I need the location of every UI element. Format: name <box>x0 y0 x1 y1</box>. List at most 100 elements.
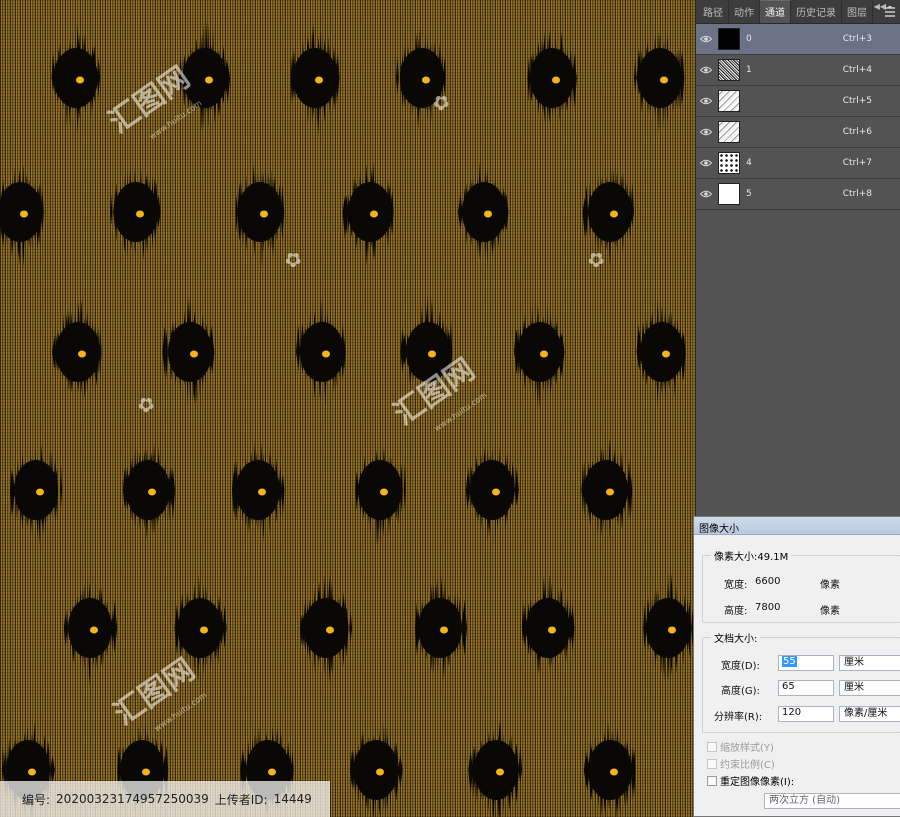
ikat-dot <box>260 210 268 218</box>
document-size-group: 文档大小: 宽度(D): 55 厘米 高度(G): 65 厘米 分辨率(R): … <box>702 630 900 733</box>
ikat-dot <box>326 626 334 634</box>
doc-height-label: 高度(G): <box>721 686 760 697</box>
channel-thumbnail <box>718 90 740 112</box>
channel-row[interactable]: 4 Ctrl+7 <box>696 148 900 179</box>
ikat-dot <box>148 488 156 496</box>
panel-menu-icon[interactable] <box>884 6 896 18</box>
ikat-dot <box>20 210 28 218</box>
tab-channels[interactable]: 通道 <box>760 0 791 23</box>
tab-history[interactable]: 历史记录 <box>791 1 842 23</box>
ikat-dot <box>492 488 500 496</box>
constrain-proportions-label: 约束比例(C) <box>720 760 775 771</box>
ikat-dot <box>662 350 670 358</box>
watermark: ✿ <box>279 245 306 274</box>
caption-id-label: 编号: <box>22 792 51 807</box>
channel-thumbnail <box>718 152 740 174</box>
channel-row[interactable]: 0 Ctrl+3 <box>696 24 900 55</box>
ikat-blot <box>9 443 63 547</box>
ikat-blot <box>634 30 685 132</box>
ikat-blot <box>51 299 102 400</box>
ikat-blot <box>299 574 353 684</box>
ikat-dot <box>540 350 548 358</box>
watermark: 汇图网 <box>103 60 197 140</box>
pixel-width-unit: 像素 <box>820 580 840 591</box>
visibility-eye-icon[interactable] <box>696 55 716 86</box>
constrain-proportions-checkbox[interactable] <box>707 758 717 769</box>
pixel-width-value: 6600 <box>755 576 781 587</box>
ikat-dot <box>496 768 504 776</box>
visibility-eye-icon[interactable] <box>696 179 716 210</box>
channel-thumbnail <box>718 121 740 143</box>
resample-method-select[interactable]: 两次立方 (自动) <box>764 793 900 809</box>
pixel-dimensions-legend: 像素大小:49.1M <box>711 548 792 563</box>
doc-width-label: 宽度(D): <box>721 661 760 672</box>
resolution-unit-select[interactable]: 像素/厘米 <box>839 706 900 722</box>
pixel-height-label: 高度: <box>724 606 748 617</box>
ikat-blot <box>527 29 577 125</box>
channel-shortcut: Ctrl+8 <box>842 189 872 199</box>
channel-row[interactable]: Ctrl+5 <box>696 86 900 117</box>
doc-width-unit-select[interactable]: 厘米 <box>839 655 900 671</box>
caption-id-value: 20200323174957250039 <box>56 792 209 806</box>
tab-paths[interactable]: 路径 <box>698 1 729 23</box>
ikat-blot <box>122 443 175 540</box>
ikat-dot <box>440 626 448 634</box>
channel-list: 0 Ctrl+3 1 Ctrl+4 Ctrl+5 Ctrl+6 4 Ctrl+7 5 Ctrl+8 <box>696 24 900 210</box>
ikat-blot <box>63 579 118 687</box>
ikat-blot <box>231 441 285 544</box>
channel-shortcut: Ctrl+4 <box>842 65 872 75</box>
ikat-dot <box>268 768 276 776</box>
ikat-blot <box>0 163 44 270</box>
doc-width-input[interactable]: 55 <box>778 655 834 671</box>
image-canvas[interactable]: 汇图网 www.huitu.com 汇图网 www.huitu.com 汇图网 www.h… <box>0 0 695 817</box>
watermark: ✿ <box>132 390 159 419</box>
document-size-legend: 文档大小: <box>711 630 761 645</box>
channel-shortcut: Ctrl+7 <box>842 158 872 168</box>
resample-label: 重定图像像素(I): <box>720 777 795 788</box>
ikat-dot <box>660 76 668 84</box>
ikat-dot <box>90 626 98 634</box>
ikat-dot <box>606 488 614 496</box>
tab-layers[interactable]: 图层 <box>842 1 873 23</box>
visibility-eye-icon[interactable] <box>696 117 716 148</box>
ikat-dot <box>200 626 208 634</box>
doc-height-input[interactable]: 65 <box>778 680 834 696</box>
visibility-eye-icon[interactable] <box>696 24 716 55</box>
constrain-proportions-option[interactable]: 约束比例(C) <box>707 756 775 771</box>
ikat-blot <box>235 164 285 269</box>
ikat-dot <box>668 626 676 634</box>
ikat-blot <box>414 576 467 683</box>
resolution-label: 分辨率(R): <box>714 712 763 723</box>
channels-panel: 路径 动作 通道 历史记录 图层 ◀◀ 0 Ctrl+3 1 Ctrl+4 Ctrl+5… <box>695 0 900 517</box>
ikat-blot <box>521 573 575 680</box>
tab-actions[interactable]: 动作 <box>729 1 760 23</box>
channel-name: 0 <box>746 34 752 44</box>
resolution-input[interactable]: 120 <box>778 706 834 722</box>
pixel-height-unit: 像素 <box>820 606 840 617</box>
scale-styles-checkbox[interactable] <box>707 741 717 752</box>
channel-shortcut: Ctrl+3 <box>842 34 872 44</box>
ikat-dot <box>484 210 492 218</box>
channel-row[interactable]: 5 Ctrl+8 <box>696 179 900 210</box>
scale-styles-option[interactable]: 缩放样式(Y) <box>707 739 774 754</box>
ikat-blot <box>581 439 633 540</box>
channel-name: 5 <box>746 189 752 199</box>
ikat-dot <box>428 350 436 358</box>
visibility-eye-icon[interactable] <box>696 148 716 179</box>
resample-checkbox[interactable] <box>707 775 717 786</box>
channel-name: 1 <box>746 65 752 75</box>
ikat-blot <box>349 723 403 817</box>
channel-shortcut: Ctrl+5 <box>842 96 872 106</box>
doc-height-unit-select[interactable]: 厘米 <box>839 680 900 696</box>
ikat-blot <box>110 165 161 261</box>
channel-shortcut: Ctrl+6 <box>842 127 872 137</box>
ikat-blot <box>162 296 215 406</box>
dialog-title[interactable]: 图像大小 <box>694 517 900 535</box>
visibility-eye-icon[interactable] <box>696 86 716 117</box>
channel-row[interactable]: 1 Ctrl+4 <box>696 55 900 86</box>
resample-option[interactable]: 重定图像像素(I): <box>707 773 794 788</box>
ikat-dot <box>28 768 36 776</box>
ikat-blot <box>513 303 565 410</box>
channel-row[interactable]: Ctrl+6 <box>696 117 900 148</box>
channel-thumbnail <box>718 28 740 50</box>
